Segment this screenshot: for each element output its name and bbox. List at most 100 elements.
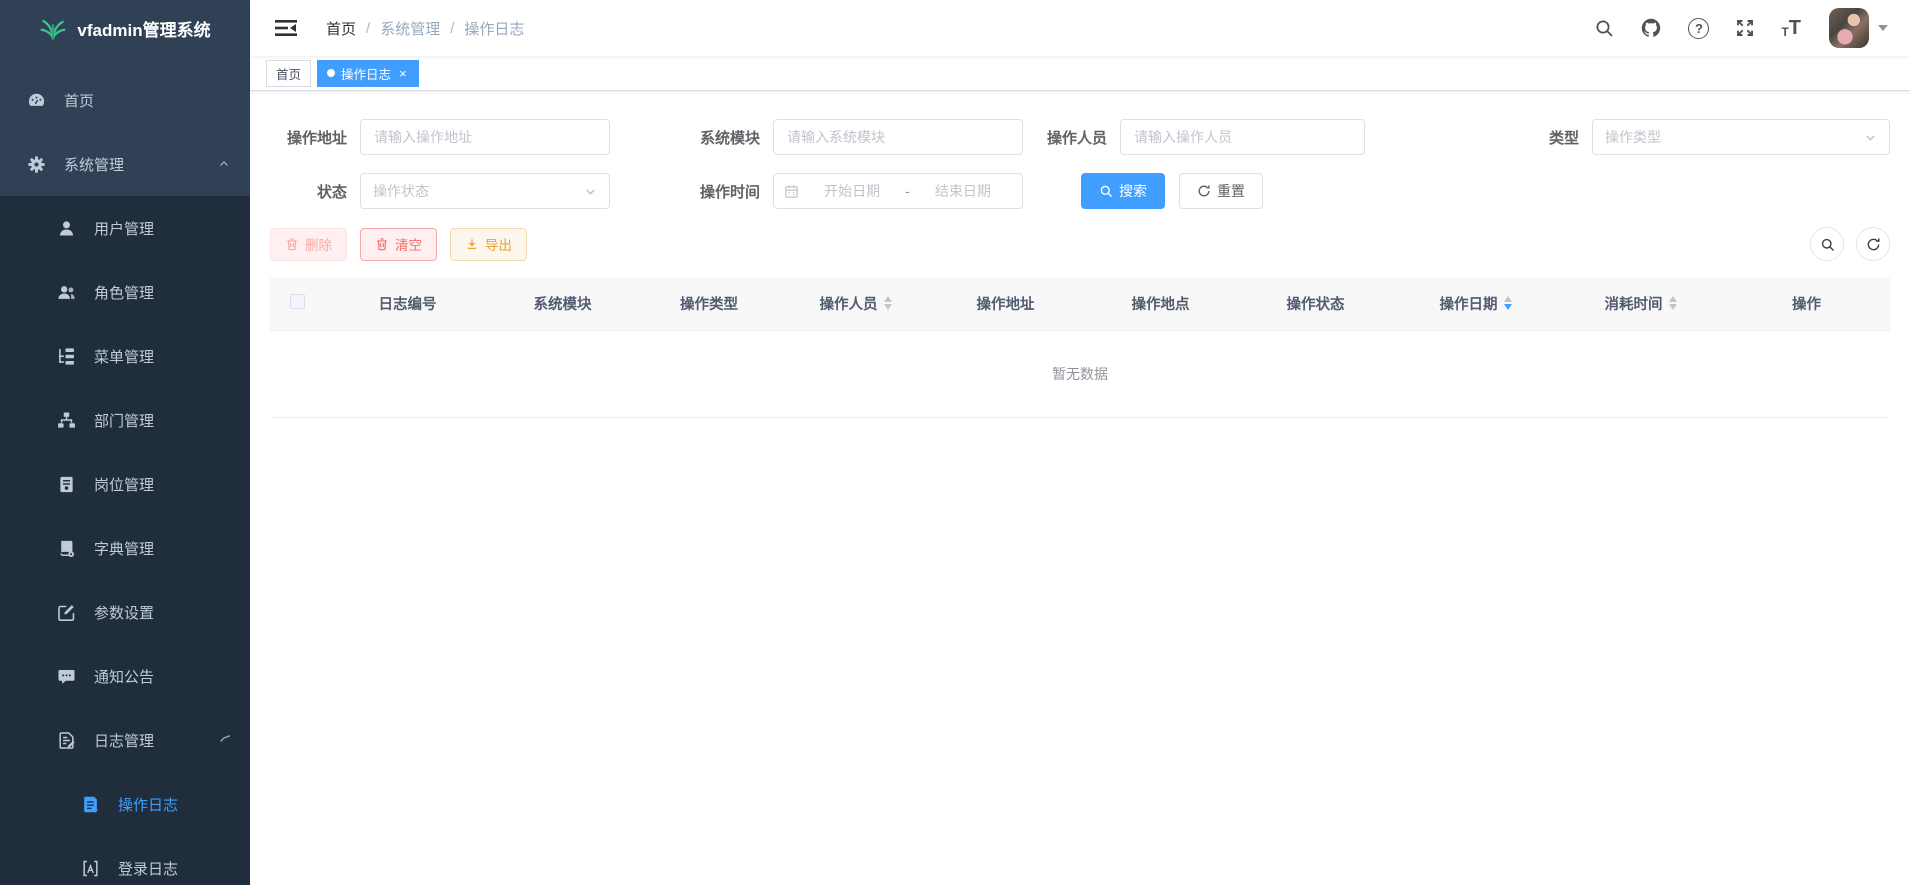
help-icon[interactable]: ? <box>1688 18 1709 39</box>
fullscreen-icon[interactable] <box>1735 18 1755 38</box>
breadcrumb-system: 系统管理 <box>380 18 440 39</box>
col-operation-status: 操作状态 <box>1238 277 1393 330</box>
chevron-down-icon <box>1864 131 1877 144</box>
sidebar-item-operation-log[interactable]: 操作日志 <box>0 772 250 836</box>
chevron-down-icon <box>1878 25 1888 31</box>
type-select[interactable]: 操作类型 <box>1592 119 1890 155</box>
sidebar-item-menus[interactable]: 菜单管理 <box>0 324 250 388</box>
search-icon[interactable] <box>1594 18 1614 38</box>
col-operation-date-sortable[interactable]: 操作日期 <box>1393 277 1558 330</box>
sort-carets-icon[interactable] <box>1669 296 1677 310</box>
sidebar-item-label: 通知公告 <box>94 666 154 687</box>
sidebar-item-label: 用户管理 <box>94 218 154 239</box>
sidebar-item-label: 系统管理 <box>64 154 124 175</box>
filter-address: 操作地址 <box>270 119 610 155</box>
toggle-search-button[interactable] <box>1810 227 1844 261</box>
post-icon <box>56 474 76 494</box>
sidebar-collapse-icon[interactable] <box>264 12 308 44</box>
sidebar-item-departments[interactable]: 部门管理 <box>0 388 250 452</box>
sort-carets-icon[interactable] <box>884 296 892 310</box>
export-button[interactable]: 导出 <box>450 228 527 261</box>
address-input[interactable] <box>360 119 610 155</box>
sort-carets-icon-desc-active[interactable] <box>1504 296 1512 310</box>
font-size-icon[interactable]: TT <box>1781 18 1801 38</box>
chevron-down-icon <box>584 185 597 198</box>
operation-log-table: 日志编号 系统模块 操作类型 操作人员 <box>270 277 1890 418</box>
close-icon[interactable]: × <box>397 66 409 81</box>
module-label: 系统模块 <box>610 127 773 148</box>
empty-text: 暂无数据 <box>270 330 1890 417</box>
select-all-checkbox[interactable] <box>290 294 305 309</box>
search-icon <box>1099 184 1113 198</box>
sidebar-submenu-system: 用户管理 角色管理 <box>0 196 250 885</box>
tab-operation-log[interactable]: 操作日志 × <box>317 60 419 87</box>
col-cost-time-sortable[interactable]: 消耗时间 <box>1558 277 1723 330</box>
filter-time: 操作时间 开始日期 - 结束日期 <box>610 173 1023 209</box>
sidebar-item-label: 操作日志 <box>118 794 178 815</box>
user-menu[interactable] <box>1829 8 1888 48</box>
sidebar-item-login-log[interactable]: 登录日志 <box>0 836 250 885</box>
operator-label: 操作人员 <box>1023 127 1120 148</box>
sidebar-item-system[interactable]: 系统管理 <box>0 132 250 196</box>
col-system-module: 系统模块 <box>490 277 635 330</box>
refresh-icon <box>1197 184 1211 198</box>
edit-icon <box>56 602 76 622</box>
toolbar-right <box>1810 227 1890 261</box>
tab-home[interactable]: 首页 <box>266 60 311 87</box>
main-area: 首页 / 系统管理 / 操作日志 ? <box>250 0 1910 885</box>
trash-icon <box>375 237 389 251</box>
sidebar-menu: 首页 系统管理 <box>0 56 250 885</box>
sidebar-item-label: 部门管理 <box>94 410 154 431</box>
filter-row-2: 状态 操作状态 操作时间 <box>270 173 1890 209</box>
delete-button[interactable]: 删除 <box>270 228 347 261</box>
sidebar-item-label: 登录日志 <box>118 858 178 879</box>
col-log-id: 日志编号 <box>325 277 490 330</box>
search-button[interactable]: 搜索 <box>1081 173 1165 209</box>
module-input[interactable] <box>773 119 1023 155</box>
empty-row: 暂无数据 <box>270 330 1890 417</box>
sidebar-item-label: 首页 <box>64 90 94 111</box>
github-icon[interactable] <box>1640 17 1662 39</box>
page-content: 操作地址 系统模块 操作人员 类型 操作类型 <box>250 91 1910 885</box>
reset-button[interactable]: 重置 <box>1179 173 1263 209</box>
trash-icon <box>285 237 299 251</box>
sidebar-item-posts[interactable]: 岗位管理 <box>0 452 250 516</box>
filter-type: 类型 操作类型 <box>1549 119 1890 155</box>
sidebar-item-notices[interactable]: 通知公告 <box>0 644 250 708</box>
status-label: 状态 <box>270 181 360 202</box>
calendar-icon <box>784 184 799 199</box>
filter-status: 状态 操作状态 <box>270 173 610 209</box>
date-separator: - <box>905 183 910 199</box>
peoples-icon <box>56 282 76 302</box>
address-label: 操作地址 <box>270 127 360 148</box>
sidebar-item-dictionaries[interactable]: 字典管理 <box>0 516 250 580</box>
sidebar-item-parameters[interactable]: 参数设置 <box>0 580 250 644</box>
clean-button[interactable]: 清空 <box>360 228 437 261</box>
refresh-table-button[interactable] <box>1856 227 1890 261</box>
org-tree-icon <box>56 410 76 430</box>
avatar[interactable] <box>1829 8 1869 48</box>
dict-icon <box>56 538 76 558</box>
filter-operator: 操作人员 <box>1023 119 1365 155</box>
sidebar-item-label: 字典管理 <box>94 538 154 559</box>
sidebar-item-users[interactable]: 用户管理 <box>0 196 250 260</box>
status-select[interactable]: 操作状态 <box>360 173 610 209</box>
breadcrumb-current: 操作日志 <box>464 18 524 39</box>
date-range-picker[interactable]: 开始日期 - 结束日期 <box>773 173 1023 209</box>
login-log-icon <box>80 858 100 878</box>
app-logo[interactable]: vfadmin管理系统 <box>0 0 250 56</box>
app-title: vfadmin管理系统 <box>77 16 210 41</box>
download-icon <box>465 237 479 251</box>
breadcrumb-home[interactable]: 首页 <box>326 18 356 39</box>
col-operator-sortable[interactable]: 操作人员 <box>783 277 928 330</box>
chevron-up-icon <box>218 158 230 170</box>
type-label: 类型 <box>1549 127 1592 148</box>
active-dot <box>327 69 335 77</box>
sidebar-item-logs[interactable]: 日志管理 <box>0 708 250 772</box>
breadcrumb: 首页 / 系统管理 / 操作日志 <box>326 18 524 39</box>
sidebar-item-label: 参数设置 <box>94 602 154 623</box>
sidebar-item-roles[interactable]: 角色管理 <box>0 260 250 324</box>
sidebar-item-home[interactable]: 首页 <box>0 68 250 132</box>
tree-table-icon <box>56 346 76 366</box>
operator-input[interactable] <box>1120 119 1365 155</box>
